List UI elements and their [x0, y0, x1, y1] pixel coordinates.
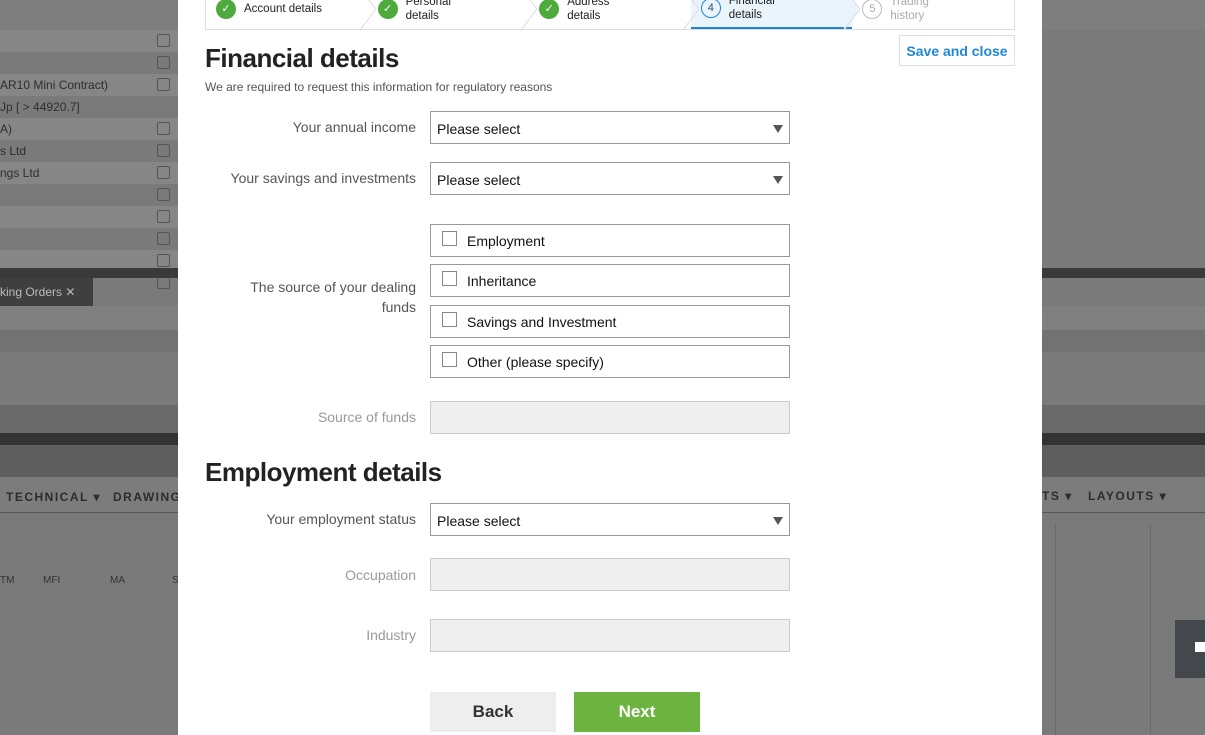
bg-watchlist-row: [0, 30, 178, 52]
dropdown-arrow-icon: [773, 176, 783, 184]
bg-drawing-menu: DRAWING: [113, 490, 182, 504]
bg-row-icon: [157, 122, 170, 135]
savings-value: Please select: [437, 172, 521, 188]
step-separator: [359, 0, 376, 30]
bg-row-icon: [157, 56, 170, 69]
dropdown-arrow-icon: [773, 125, 783, 133]
save-and-close-button[interactable]: Save and close: [899, 35, 1015, 66]
employment-status-select[interactable]: Please select: [430, 503, 790, 536]
checkbox-icon: [442, 231, 457, 246]
employment-details-title: Employment details: [205, 457, 442, 487]
checkbox-label: Inheritance: [467, 272, 537, 289]
bg-indicator: TM: [0, 575, 15, 586]
bg-row-icon: [157, 232, 170, 245]
bg-watchlist-row: AR10 Mini Contract): [0, 74, 178, 96]
bg-watchlist-row: ngs Ltd: [0, 162, 178, 184]
checkbox-icon: [442, 312, 457, 327]
regulatory-subtitle: We are required to request this informat…: [205, 80, 553, 94]
bg-row-text: Jp [ > 44920.7]: [0, 100, 80, 114]
step-2[interactable]: ✓ Personal details: [368, 0, 538, 30]
check-icon: ✓: [539, 0, 560, 19]
checkbox-label: Other (please specify): [467, 353, 604, 370]
employment-status-value: Please select: [437, 513, 521, 529]
step-label: Trading history: [890, 0, 929, 22]
bg-row-icon: [157, 144, 170, 157]
financial-details-title: Financial details: [205, 43, 399, 73]
bg-indicator: MA: [110, 575, 125, 586]
bg-tab-label: king Orders: [0, 285, 63, 299]
step-separator: [521, 0, 538, 30]
annual-income-select[interactable]: Please select: [430, 111, 790, 144]
back-button[interactable]: Back: [430, 692, 556, 732]
bg-grid: [1150, 525, 1151, 735]
source-of-funds-group-label: The source of your dealing funds: [250, 279, 416, 315]
next-button[interactable]: Next: [574, 692, 700, 732]
bg-ts-menu: TS ▾: [1042, 489, 1073, 503]
step-5: 5 Trading history: [852, 0, 1014, 29]
check-icon: ✓: [216, 0, 236, 19]
bg-indicator: MFI: [43, 575, 61, 586]
chat-icon: [1195, 642, 1205, 652]
bg-row-icon: [157, 34, 170, 47]
step-label: Personal details: [405, 0, 451, 22]
bg-tab-working-orders: king Orders ✕: [0, 278, 93, 306]
bg-grid: [1055, 525, 1056, 735]
step-number: 4: [700, 0, 721, 18]
bg-row-text: AR10 Mini Contract): [0, 78, 109, 92]
step-separator: [844, 0, 861, 30]
step-number: 5: [862, 0, 883, 19]
step-label: Account details: [244, 2, 322, 15]
source-of-funds-input[interactable]: [430, 401, 790, 434]
step-1[interactable]: ✓ Account details: [206, 0, 376, 30]
bg-row-icon: [157, 210, 170, 223]
employment-status-label: Your employment status: [266, 511, 416, 527]
bg-technical-menu: TECHNICAL ▾: [6, 490, 101, 504]
step-separator: [682, 0, 699, 30]
bg-watchlist-row: [0, 52, 178, 74]
bg-watchlist-row: s Ltd: [0, 140, 178, 162]
step-4: 4 Financial details: [690, 0, 861, 30]
checkbox-savings-investment[interactable]: Savings and Investment: [430, 305, 790, 338]
bg-row-text: A): [0, 122, 12, 136]
bg-watchlist-row: [0, 228, 178, 250]
annual-income-label: Your annual income: [292, 119, 416, 135]
bg-watchlist-row: A): [0, 118, 178, 140]
step-3[interactable]: ✓ Address details: [529, 0, 699, 30]
check-icon: ✓: [377, 0, 398, 19]
checkbox-label: Employment: [467, 232, 545, 249]
bg-row-icon: [157, 78, 170, 91]
checkbox-label: Savings and Investment: [467, 313, 617, 330]
checkbox-employment[interactable]: Employment: [430, 224, 790, 257]
checkbox-other[interactable]: Other (please specify): [430, 345, 790, 378]
bg-row-icon: [157, 188, 170, 201]
industry-input[interactable]: [430, 619, 790, 652]
step-label: Address details: [567, 0, 610, 22]
industry-label: Industry: [366, 627, 416, 643]
dropdown-arrow-icon: [773, 517, 783, 525]
occupation-input[interactable]: [430, 558, 790, 591]
bg-watchlist-row: [0, 184, 178, 206]
bg-watchlist-row: Jp [ > 44920.7]: [0, 96, 178, 118]
bg-row-text: s Ltd: [0, 144, 27, 158]
step-label: Financial details: [728, 0, 775, 21]
bg-watchlist-row: [0, 206, 178, 228]
savings-select[interactable]: Please select: [430, 162, 790, 195]
bg-row-text: ngs Ltd: [0, 166, 40, 180]
bg-row-icon: [157, 254, 170, 267]
checkbox-inheritance[interactable]: Inheritance: [430, 264, 790, 297]
bg-layouts-menu: LAYOUTS ▾: [1088, 489, 1168, 503]
bg-row-icon: [157, 166, 170, 179]
checkbox-icon: [442, 352, 457, 367]
occupation-label: Occupation: [345, 567, 416, 583]
financial-details-modal: ✓ Account details ✓ Personal details ✓ Addres…: [178, 0, 1042, 735]
checkbox-icon: [442, 271, 457, 286]
progress-stepper: ✓ Account details ✓ Personal details ✓ Addres…: [205, 0, 1015, 30]
savings-label: Your savings and investments: [230, 170, 416, 186]
source-of-funds-label: Source of funds: [317, 409, 416, 425]
chat-button[interactable]: [1175, 620, 1205, 678]
annual-income-value: Please select: [437, 121, 521, 137]
